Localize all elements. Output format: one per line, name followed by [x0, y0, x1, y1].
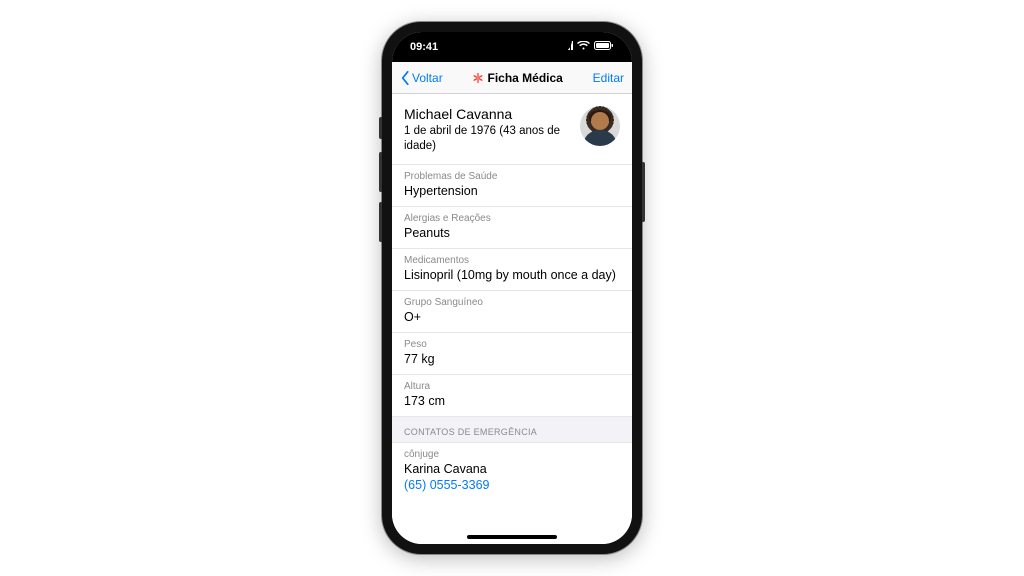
field-value: O+	[404, 310, 620, 324]
back-label: Voltar	[412, 71, 443, 85]
field-label: Altura	[404, 381, 620, 392]
screen: 09:41 Voltar	[392, 32, 632, 544]
emergency-section-header: CONTATOS DE EMERGÊNCIA	[392, 416, 632, 443]
field-label: Problemas de Saúde	[404, 171, 620, 182]
field-medications: Medicamentos Lisinopril (10mg by mouth o…	[392, 248, 632, 290]
content: Voltar Ficha Médica Editar Michael Cavan…	[392, 62, 632, 544]
field-value: Peanuts	[404, 226, 620, 240]
notch	[452, 32, 572, 54]
field-value: Hypertension	[404, 184, 620, 198]
field-weight: Peso 77 kg	[392, 332, 632, 374]
phone-frame: 09:41 Voltar	[381, 21, 643, 555]
profile-name: Michael Cavanna	[404, 106, 570, 122]
scroll-area[interactable]: Michael Cavanna 1 de abril de 1976 (43 a…	[392, 94, 632, 544]
wifi-icon	[577, 41, 590, 53]
field-label: Grupo Sanguíneo	[404, 297, 620, 308]
profile-dob: 1 de abril de 1976 (43 anos de idade)	[404, 124, 570, 154]
side-button	[642, 162, 645, 222]
field-value: 173 cm	[404, 394, 620, 408]
status-time: 09:41	[410, 41, 438, 53]
profile-header: Michael Cavanna 1 de abril de 1976 (43 a…	[392, 94, 632, 164]
contact-relation: cônjuge	[404, 449, 620, 460]
side-button	[379, 117, 382, 139]
field-allergies: Alergias e Reações Peanuts	[392, 206, 632, 248]
edit-button[interactable]: Editar	[593, 71, 624, 85]
side-button	[379, 202, 382, 242]
home-indicator[interactable]	[467, 535, 557, 539]
field-label: Medicamentos	[404, 255, 620, 266]
emergency-contact: cônjuge Karina Cavana (65) 0555-3369	[392, 443, 632, 502]
side-button	[379, 152, 382, 192]
page-title: Ficha Médica	[487, 71, 562, 85]
field-label: Peso	[404, 339, 620, 350]
field-value: 77 kg	[404, 352, 620, 366]
medical-id-icon	[472, 72, 484, 84]
chevron-left-icon	[400, 71, 410, 85]
field-label: Alergias e Reações	[404, 213, 620, 224]
field-blood-type: Grupo Sanguíneo O+	[392, 290, 632, 332]
contact-phone[interactable]: (65) 0555-3369	[404, 478, 620, 492]
back-button[interactable]: Voltar	[400, 71, 443, 85]
avatar[interactable]	[580, 106, 620, 146]
field-health: Problemas de Saúde Hypertension	[392, 164, 632, 206]
contact-name: Karina Cavana	[404, 462, 620, 476]
nav-bar: Voltar Ficha Médica Editar	[392, 62, 632, 94]
battery-icon	[594, 41, 614, 53]
field-height: Altura 173 cm	[392, 374, 632, 416]
field-value: Lisinopril (10mg by mouth once a day)	[404, 268, 620, 282]
nav-title-group: Ficha Médica	[472, 71, 562, 85]
